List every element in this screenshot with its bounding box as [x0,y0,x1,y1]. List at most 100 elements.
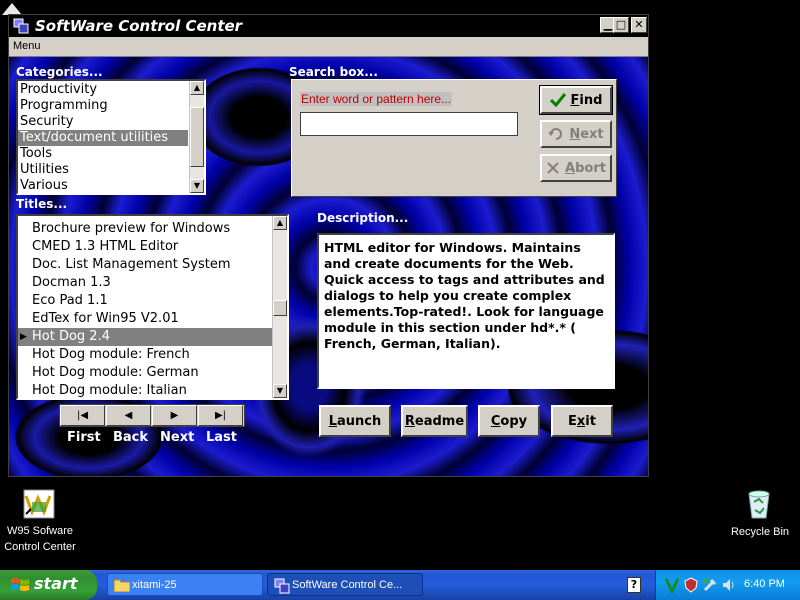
w95-logo-icon [23,489,55,519]
title-item[interactable]: Doc. List Management System [18,256,272,274]
category-item[interactable]: Tools [18,146,188,162]
title-bar[interactable]: SoftWare Control Center ▁ □ ✕ [9,15,648,37]
search-input[interactable] [300,112,518,136]
w95-label-1: W95 Sofware [6,525,74,537]
description-box: HTML editor for Windows. Maintains and c… [317,233,615,389]
categories-listbox[interactable]: Productivity Programming Security Text/docu… [16,79,206,195]
title-item[interactable]: ▶ Hot Dog 2.4 [18,328,272,346]
title-item-label: Doc. List Management System [32,257,231,272]
abort-label: Abort [565,160,606,176]
category-item-label: Text/document utilities [20,130,169,145]
refresh-icon [548,128,563,140]
next-search-label: Next [569,126,604,142]
titles-label: Titles... [16,197,68,211]
task-scc-label: SoftWare Control Ce... [292,579,403,591]
desktop-icon-recycle-bin[interactable]: Recycle Bin [720,486,800,542]
exit-button[interactable]: Exit [551,405,613,437]
abort-button[interactable]: Abort [540,154,612,182]
checkmark-icon [549,93,566,107]
taskbar: start xitami-25 SoftWare Control Ce... ?… [0,570,800,600]
scroll-up-arrow-icon[interactable]: ▲ [273,216,287,230]
task-xitami[interactable]: xitami-25 [107,573,263,596]
title-item[interactable]: Eco Pad 1.1 [18,292,272,310]
category-item[interactable]: Productivity [18,82,188,98]
find-button[interactable]: Find [539,85,613,115]
copy-button[interactable]: Copy [478,405,540,437]
recycle-bin-label: Recycle Bin [730,526,790,538]
title-item[interactable]: Hot Dog module: French [18,346,272,364]
app-icon [13,18,29,34]
category-item-label: Programming [20,98,108,113]
last-label: Last [206,430,238,445]
next-label: Next [160,430,195,445]
scroll-thumb[interactable] [273,300,287,316]
find-label: Find [570,92,603,108]
title-item-label: CMED 1.3 HTML Editor [32,239,179,254]
help-icon[interactable]: ? [627,577,641,593]
categories-scrollbar[interactable]: ▲ ▼ [189,81,204,193]
first-label: First [67,430,101,445]
clock[interactable]: 6:40 PM [744,578,785,590]
back-label: Back [113,430,149,445]
scroll-thumb[interactable] [190,107,204,167]
title-item-label: Hot Dog module: German [32,365,199,380]
client-area: Categories... Productivity Programming Sec… [9,57,648,476]
scroll-down-arrow-icon[interactable]: ▼ [190,179,204,193]
launch-button[interactable]: Launch [319,405,391,437]
title-item-label: Eco Pad 1.1 [32,293,108,308]
title-item[interactable]: Brochure preview for Windows [18,220,272,238]
scroll-up-arrow-icon[interactable]: ▲ [190,81,204,95]
categories-label: Categories... [16,65,103,79]
w95-label-2: Control Center [4,541,76,553]
title-item-label: Docman 1.3 [32,275,111,290]
speaker-icon[interactable] [721,577,737,593]
first-button[interactable]: |◀ [60,405,105,426]
next-search-button[interactable]: Next [540,120,612,148]
category-item-label: Utilities [20,162,69,177]
category-item[interactable]: Various [18,178,188,193]
menu-bar: Menu [9,37,648,57]
category-item[interactable]: Utilities [18,162,188,178]
network-icon[interactable] [664,577,680,593]
x-icon [547,162,559,174]
app-window: SoftWare Control Center ▁ □ ✕ Menu Categ… [8,14,649,477]
category-item-label: Productivity [20,82,98,97]
back-button[interactable]: ◀ [106,405,151,426]
start-button[interactable]: start [0,570,97,600]
title-item[interactable]: Hot Dog module: Italian [18,382,272,398]
category-item[interactable]: Security [18,114,188,130]
next-button[interactable]: ▶ [152,405,197,426]
scroll-down-arrow-icon[interactable]: ▼ [273,384,287,398]
search-hint: Enter word or pattern here... [300,92,453,106]
title-item[interactable]: EdTex for Win95 V2.01 [18,310,272,328]
title-item[interactable]: Hot Dog module: German [18,364,272,382]
titles-listbox[interactable]: Brochure preview for Windows CMED 1.3 HTM… [16,214,289,400]
title-item-label: EdTex for Win95 V2.01 [32,311,179,326]
tools-icon[interactable] [702,577,718,593]
title-item-label: Hot Dog 2.4 [32,329,110,344]
shield-icon[interactable] [683,577,699,593]
titles-scrollbar[interactable]: ▲ ▼ [272,216,287,398]
windows-logo-icon [11,578,29,591]
close-button[interactable]: ✕ [631,17,647,33]
start-label: start [34,574,78,593]
description-label: Description... [317,211,409,225]
selection-arrow-icon: ▶ [20,332,27,342]
folder-icon [114,579,130,592]
readme-button[interactable]: Readme [401,405,468,437]
menu-item[interactable]: Menu [13,40,41,52]
title-item[interactable]: Docman 1.3 [18,274,272,292]
category-item[interactable]: Text/document utilities [18,130,188,146]
title-item[interactable]: CMED 1.3 HTML Editor [18,238,272,256]
desktop-icon-partial[interactable] [0,0,22,15]
task-xitami-label: xitami-25 [132,579,177,591]
desktop-icon-w95[interactable]: W95 Sofware Control Center [0,486,80,556]
category-item-label: Tools [20,146,53,161]
search-label: Search box... [289,65,378,79]
last-button[interactable]: ▶| [198,405,243,426]
title-item-label: Hot Dog module: Italian [32,383,187,398]
category-item[interactable]: Programming [18,98,188,114]
recycle-bin-icon [748,490,770,519]
maximize-button[interactable]: □ [613,17,629,33]
task-software-control-center[interactable]: SoftWare Control Ce... [267,573,423,596]
